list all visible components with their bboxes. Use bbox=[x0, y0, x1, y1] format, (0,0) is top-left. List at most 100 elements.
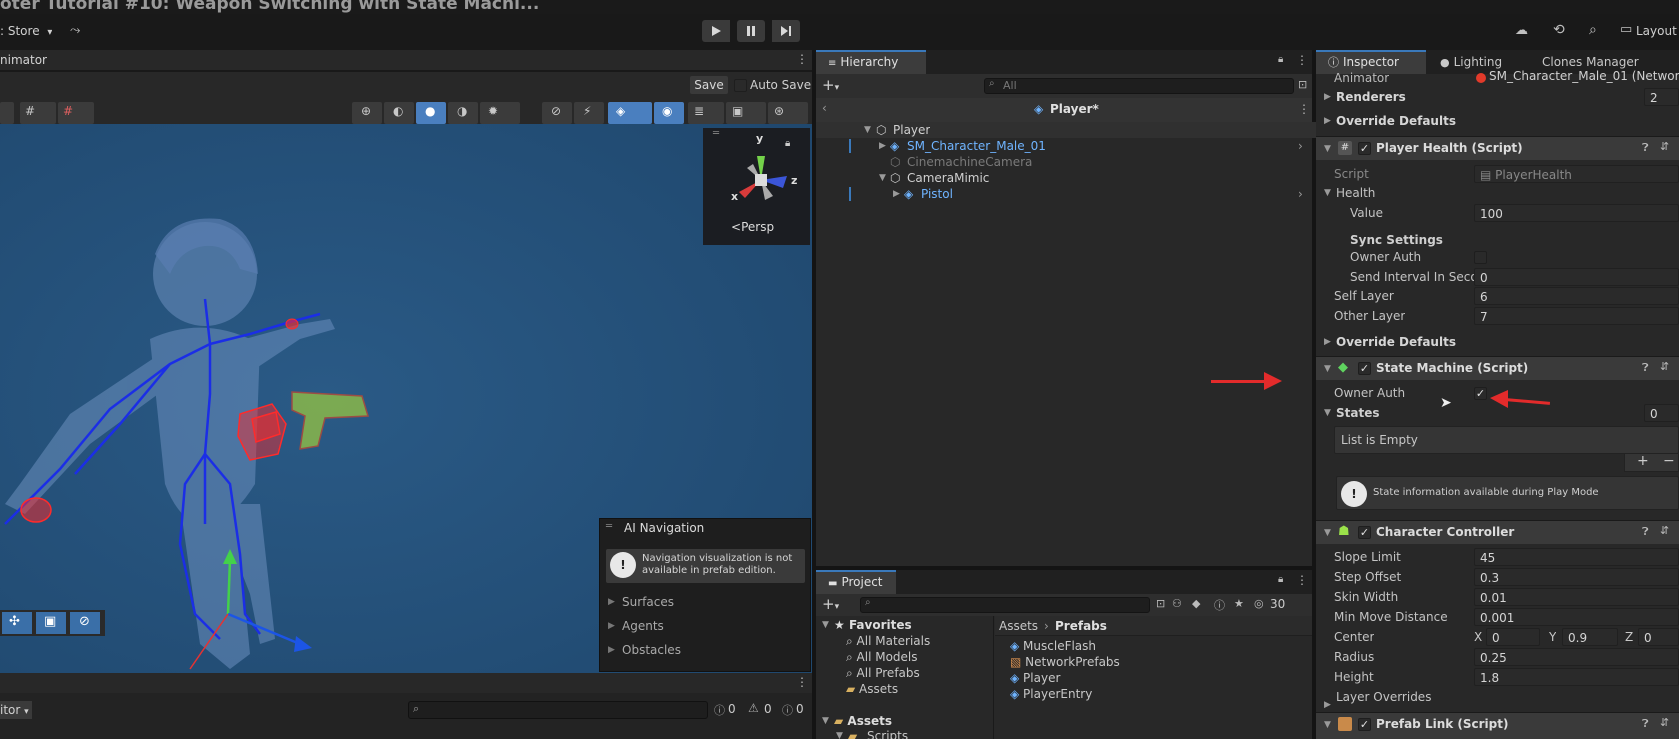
expand-icon[interactable]: ▶ bbox=[893, 186, 900, 202]
warning-filter-icon[interactable]: ⓘ bbox=[1214, 597, 1225, 613]
component-settings-icon[interactable]: ⇵ bbox=[1660, 716, 1669, 729]
step-button[interactable] bbox=[772, 20, 800, 42]
more-options-icon[interactable]: ⋮ bbox=[1296, 53, 1308, 67]
expand-icon[interactable]: ▶ bbox=[608, 645, 615, 655]
favorites-header[interactable]: ★ Favorites bbox=[834, 617, 912, 633]
state-machine-header[interactable]: ▼ ◆ ✓ State Machine (Script) ❓︎ ⇵ bbox=[1316, 356, 1679, 380]
radius-field[interactable]: 0.25 bbox=[1474, 648, 1679, 666]
layout-dropdown[interactable]: Layout bbox=[1636, 24, 1679, 38]
history-icon[interactable]: ⟲ bbox=[1553, 22, 1565, 38]
hierarchy-row-cinemachine[interactable]: ⬡ CinemachineCamera bbox=[816, 154, 1316, 170]
hierarchy-row-character[interactable]: ▶ ◈ SM_Character_Male_01 › bbox=[816, 138, 1316, 154]
persp-toggle[interactable]: <Persp bbox=[731, 220, 774, 234]
lock-icon[interactable]: 🔒︎ bbox=[1278, 54, 1283, 65]
layers-toggle[interactable]: ◈ bbox=[608, 102, 652, 124]
player-health-header[interactable]: ▼ # ✓ Player Health (Script) ❓︎ ⇵ bbox=[1316, 136, 1679, 160]
center-z-field[interactable]: 0 bbox=[1638, 628, 1679, 646]
drag-handle-icon[interactable]: ═ bbox=[606, 521, 612, 532]
breadcrumb-assets[interactable]: Assets bbox=[999, 618, 1038, 634]
drag-handle-icon[interactable]: ═ bbox=[713, 128, 719, 139]
owner-auth-checkbox[interactable] bbox=[1474, 251, 1487, 264]
info-count-icon[interactable]: ⓘ bbox=[714, 702, 725, 718]
layer-overrides-foldout[interactable]: Layer Overrides bbox=[1336, 688, 1431, 706]
project-search-input[interactable]: ⌕ bbox=[860, 597, 1150, 613]
filter-type-icon[interactable]: ⚇ bbox=[1172, 597, 1182, 610]
collapse-icon[interactable]: ▼ bbox=[822, 716, 829, 726]
asset-playerentry[interactable]: ◈ PlayerEntry bbox=[1010, 686, 1092, 702]
expand-icon[interactable]: ▶ bbox=[1324, 92, 1331, 102]
other-layer-field[interactable]: 7 bbox=[1474, 307, 1679, 325]
ai-nav-surfaces[interactable]: Surfaces bbox=[622, 595, 674, 609]
help-icon[interactable]: ❓︎ bbox=[1642, 525, 1649, 539]
override-defaults-foldout[interactable]: Override Defaults bbox=[1336, 112, 1456, 130]
more-options-icon[interactable]: ⋮ bbox=[796, 675, 808, 689]
component-enabled-checkbox[interactable]: ✓ bbox=[1358, 362, 1371, 375]
ai-nav-obstacles[interactable]: Obstacles bbox=[622, 643, 681, 657]
component-settings-icon[interactable]: ⇵ bbox=[1660, 360, 1669, 373]
wireframe-toggle[interactable]: ◐ bbox=[384, 102, 414, 124]
auto-save-checkbox[interactable] bbox=[734, 79, 747, 92]
help-icon[interactable]: ❓︎ bbox=[1642, 361, 1649, 375]
state-owner-auth-checkbox[interactable]: ✓ bbox=[1474, 387, 1487, 400]
scripts-folder[interactable]: ▰ _Scripts bbox=[848, 728, 908, 739]
play-button[interactable] bbox=[702, 20, 730, 42]
fx-toggle[interactable]: ⚡ bbox=[574, 102, 604, 124]
orientation-gizmo[interactable]: ═ 🔒︎ y x z <Persp bbox=[703, 128, 810, 245]
self-layer-field[interactable]: 6 bbox=[1474, 287, 1679, 305]
expand-icon[interactable]: ▶ bbox=[1324, 116, 1331, 126]
collapse-icon[interactable]: ▼ bbox=[1324, 528, 1331, 538]
hierarchy-row-pistol[interactable]: ▶ ◈ Pistol › bbox=[816, 186, 1316, 202]
hierarchy-row-cameramimic[interactable]: ▼ ⬡ CameraMimic bbox=[816, 170, 1316, 186]
character-controller-header[interactable]: ▼ ☗ ✓ Character Controller ❓︎ ⇵ bbox=[1316, 520, 1679, 544]
collapse-icon[interactable]: ▼ bbox=[836, 731, 843, 739]
collapse-icon[interactable]: ▼ bbox=[879, 170, 886, 186]
states-foldout[interactable]: States bbox=[1336, 404, 1380, 422]
label-tag-icon[interactable]: ◆ bbox=[1192, 597, 1200, 610]
collapse-icon[interactable]: ▼ bbox=[822, 620, 829, 630]
component-settings-icon[interactable]: ⇵ bbox=[1660, 524, 1669, 537]
step-offset-field[interactable]: 0.3 bbox=[1474, 568, 1679, 586]
hierarchy-row-player[interactable]: ▼ ⬡ Player bbox=[816, 122, 1316, 138]
remove-state-button[interactable]: − bbox=[1663, 453, 1675, 469]
more-options-icon[interactable]: ⋮ bbox=[1298, 102, 1310, 116]
more-options-icon[interactable]: ⋮ bbox=[1296, 573, 1308, 587]
health-value-field[interactable]: 100 bbox=[1474, 204, 1679, 222]
tab-project[interactable]: ▬ Project bbox=[816, 570, 896, 594]
collapse-icon[interactable]: ▼ bbox=[864, 122, 871, 138]
pause-button[interactable] bbox=[737, 20, 765, 42]
favorite-assets[interactable]: ▰ Assets bbox=[846, 681, 898, 697]
expand-icon[interactable]: ▶ bbox=[608, 621, 615, 631]
version-control-icon[interactable]: ⤳ bbox=[70, 23, 80, 38]
animator-tab[interactable]: nimator bbox=[0, 53, 47, 67]
slope-limit-field[interactable]: 45 bbox=[1474, 548, 1679, 566]
component-enabled-checkbox[interactable]: ✓ bbox=[1358, 142, 1371, 155]
visibility-toggle[interactable]: ◉ bbox=[654, 102, 684, 124]
assets-root-folder[interactable]: ▰ Assets bbox=[834, 713, 892, 729]
error-count-icon[interactable]: ⓘ bbox=[782, 702, 793, 718]
center-x-field[interactable]: 0 bbox=[1486, 628, 1540, 646]
add-object-button[interactable]: +▾ bbox=[822, 76, 839, 94]
debug-draw-toggle[interactable]: ✹ bbox=[480, 102, 520, 124]
prefab-link-header[interactable]: ▼ ✓ Prefab Link (Script) ❓︎ ⇵ bbox=[1316, 712, 1679, 739]
custom-tool-icon[interactable]: ⊘ bbox=[79, 614, 90, 629]
move-tool-icon[interactable]: ✣ bbox=[9, 614, 20, 629]
collapse-icon[interactable]: ▼ bbox=[1324, 408, 1331, 418]
back-arrow-icon[interactable]: ‹ bbox=[822, 101, 827, 115]
skin-width-field[interactable]: 0.01 bbox=[1474, 588, 1679, 606]
hierarchy-search-input[interactable]: ⌕ All bbox=[984, 78, 1294, 94]
ai-nav-agents[interactable]: Agents bbox=[622, 619, 664, 633]
expand-icon[interactable]: ▶ bbox=[1324, 700, 1331, 710]
override-defaults-foldout[interactable]: Override Defaults bbox=[1336, 333, 1456, 351]
create-asset-button[interactable]: +▾ bbox=[822, 595, 839, 613]
expand-icon[interactable]: ▶ bbox=[879, 138, 886, 154]
chevron-right-icon[interactable]: › bbox=[1298, 138, 1303, 154]
favorite-star-icon[interactable]: ★ bbox=[1234, 597, 1244, 610]
camera-dropdown[interactable]: ▣ bbox=[726, 102, 766, 124]
save-button[interactable]: Save bbox=[690, 76, 728, 94]
warning-count-icon[interactable]: ⚠ bbox=[748, 701, 759, 715]
global-toggle[interactable]: ⊕ bbox=[352, 102, 382, 124]
renderers-foldout[interactable]: Renderers bbox=[1336, 88, 1406, 106]
lock-icon[interactable]: 🔒︎ bbox=[1278, 574, 1283, 585]
search-icon[interactable]: ⌕ bbox=[1589, 22, 1597, 38]
scene-search-icon[interactable]: ⊡ bbox=[1298, 78, 1307, 91]
